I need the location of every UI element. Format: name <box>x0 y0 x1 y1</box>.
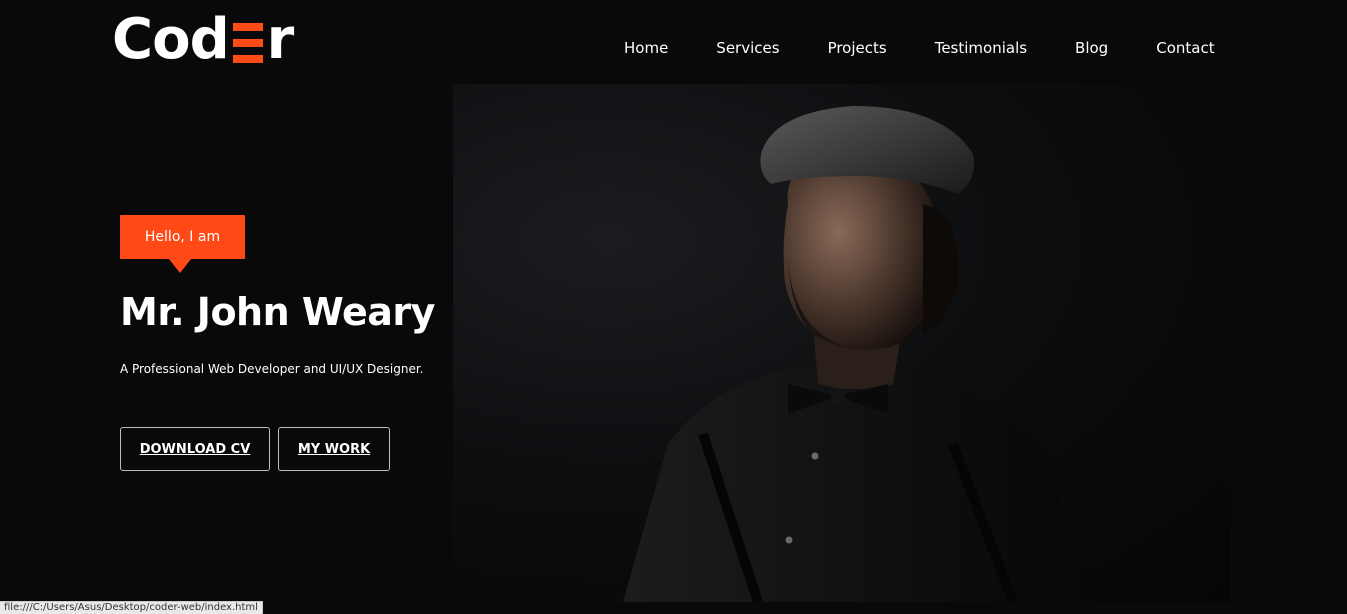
hello-badge: Hello, I am <box>120 215 245 273</box>
hero-name: Mr. John Weary <box>120 290 435 334</box>
hero-subtitle: A Professional Web Developer and UI/UX D… <box>120 362 424 376</box>
browser-status-url: file:///C:/Users/Asus/Desktop/coder-web/… <box>0 601 263 614</box>
nav-item-blog[interactable]: Blog <box>1051 36 1132 60</box>
nav-item-testimonials[interactable]: Testimonials <box>911 36 1051 60</box>
my-work-button[interactable]: MY WORK <box>278 427 390 471</box>
page: Cod r Home Services Projects Testimonial… <box>0 0 1347 614</box>
logo-text-end: r <box>266 7 295 72</box>
nav-item-projects[interactable]: Projects <box>804 36 911 60</box>
main-nav: Home Services Projects Testimonials Blog… <box>600 36 1239 60</box>
nav-item-services[interactable]: Services <box>692 36 803 60</box>
logo-e-bars-icon <box>232 23 263 63</box>
site-logo[interactable]: Cod r <box>112 7 295 72</box>
logo-text-start: Cod <box>112 7 230 72</box>
nav-item-contact[interactable]: Contact <box>1132 36 1238 60</box>
nav-item-home[interactable]: Home <box>600 36 692 60</box>
portrait-illustration <box>623 106 1093 602</box>
download-cv-button[interactable]: DOWNLOAD CV <box>120 427 270 471</box>
hero-photo <box>453 84 1230 602</box>
